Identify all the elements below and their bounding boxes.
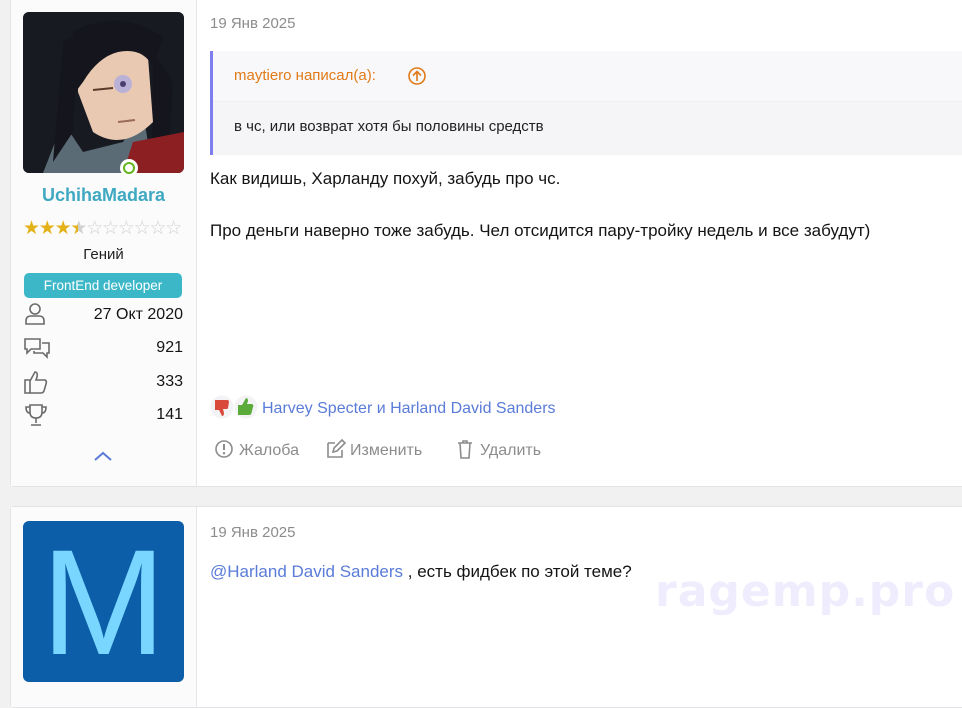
user-rank: Гений bbox=[83, 246, 124, 263]
chevron-up-icon bbox=[94, 451, 112, 461]
message-line: Про деньги наверно тоже забудь. Чел отси… bbox=[210, 221, 871, 240]
reaction-users[interactable]: Harvey Specter и Harland David Sanders bbox=[262, 400, 556, 418]
avatar-letter: M bbox=[41, 521, 166, 682]
star-empty-icon: ☆ bbox=[165, 218, 183, 239]
delete-label: Удалить bbox=[480, 442, 542, 459]
role-badge: FrontEnd developer bbox=[24, 273, 182, 298]
post-actions: Жалоба Изменить Удалить bbox=[210, 439, 710, 465]
quote-block: maytiero написал(а): в чс, или возврат х… bbox=[210, 51, 962, 155]
report-label: Жалоба bbox=[239, 442, 299, 459]
arrow-up-circle-icon[interactable] bbox=[407, 66, 427, 86]
stat-messages-value: 921 bbox=[156, 339, 183, 356]
avatar[interactable]: M bbox=[23, 521, 184, 682]
user-info-panel: UchihaMadara ★ ★ ★ ★ ☆ ☆ ☆ ☆ ☆ ☆ Гений F… bbox=[11, 0, 197, 486]
stat-joined-value: 27 Окт 2020 bbox=[93, 306, 183, 323]
quote-header: maytiero написал(а): bbox=[213, 51, 962, 102]
star-icon: ★ bbox=[54, 218, 72, 239]
star-empty-icon: ☆ bbox=[133, 218, 151, 239]
stat-reactions: 333 bbox=[23, 369, 183, 397]
post-date[interactable]: 19 Янв 2025 bbox=[210, 524, 295, 541]
star-empty-icon: ☆ bbox=[117, 218, 135, 239]
collapse-toggle[interactable] bbox=[92, 449, 114, 463]
trash-icon bbox=[458, 440, 472, 459]
delete-button[interactable]: Удалить bbox=[455, 439, 555, 463]
user-mention[interactable]: @Harland David Sanders bbox=[210, 562, 403, 581]
stat-points: 141 bbox=[23, 402, 183, 430]
rating-stars: ★ ★ ★ ★ ☆ ☆ ☆ ☆ ☆ ☆ bbox=[23, 218, 183, 239]
edit-icon bbox=[327, 439, 347, 458]
thumbs-up-icon bbox=[24, 371, 48, 394]
message-text: , есть фидбек по этой теме? bbox=[403, 562, 632, 581]
user-icon bbox=[25, 303, 45, 325]
comments-icon bbox=[24, 338, 50, 359]
edit-button[interactable]: Изменить bbox=[325, 439, 440, 463]
message-line: @Harland David Sanders , есть фидбек по … bbox=[210, 562, 632, 582]
stat-joined: 27 Окт 2020 bbox=[23, 302, 183, 330]
thumbs-up-icon[interactable] bbox=[234, 395, 258, 419]
thumbs-down-icon[interactable] bbox=[210, 395, 234, 419]
star-empty-icon: ☆ bbox=[101, 218, 120, 239]
quote-text: в чс, или возврат хотя бы половины средс… bbox=[234, 118, 544, 135]
username[interactable]: UchihaMadara bbox=[11, 185, 196, 206]
star-icon: ★ bbox=[38, 218, 56, 239]
trophy-icon bbox=[25, 404, 47, 426]
star-half-icon: ★ bbox=[70, 218, 88, 239]
online-status-icon bbox=[120, 159, 138, 177]
stat-points-value: 141 bbox=[156, 406, 183, 423]
star-empty-icon: ☆ bbox=[149, 218, 167, 239]
post-date[interactable]: 19 Янв 2025 bbox=[210, 15, 295, 32]
watermark: ragemp.pro bbox=[655, 566, 956, 617]
user-info-panel: M bbox=[11, 507, 197, 707]
star-icon: ★ bbox=[23, 218, 41, 239]
edit-label: Изменить bbox=[350, 442, 423, 459]
avatar[interactable] bbox=[23, 12, 184, 173]
reactions-bar: Harvey Specter и Harland David Sanders bbox=[210, 395, 610, 423]
alert-circle-icon bbox=[215, 440, 233, 458]
message-post: UchihaMadara ★ ★ ★ ★ ☆ ☆ ☆ ☆ ☆ ☆ Гений F… bbox=[10, 0, 962, 487]
report-button[interactable]: Жалоба bbox=[214, 439, 314, 463]
star-empty-icon: ☆ bbox=[86, 218, 104, 239]
quote-author[interactable]: maytiero написал(а): bbox=[234, 67, 376, 84]
stat-messages: 921 bbox=[23, 335, 183, 363]
stat-reactions-value: 333 bbox=[156, 373, 183, 390]
message-line: Как видишь, Харланду похуй, забудь про ч… bbox=[210, 169, 561, 188]
